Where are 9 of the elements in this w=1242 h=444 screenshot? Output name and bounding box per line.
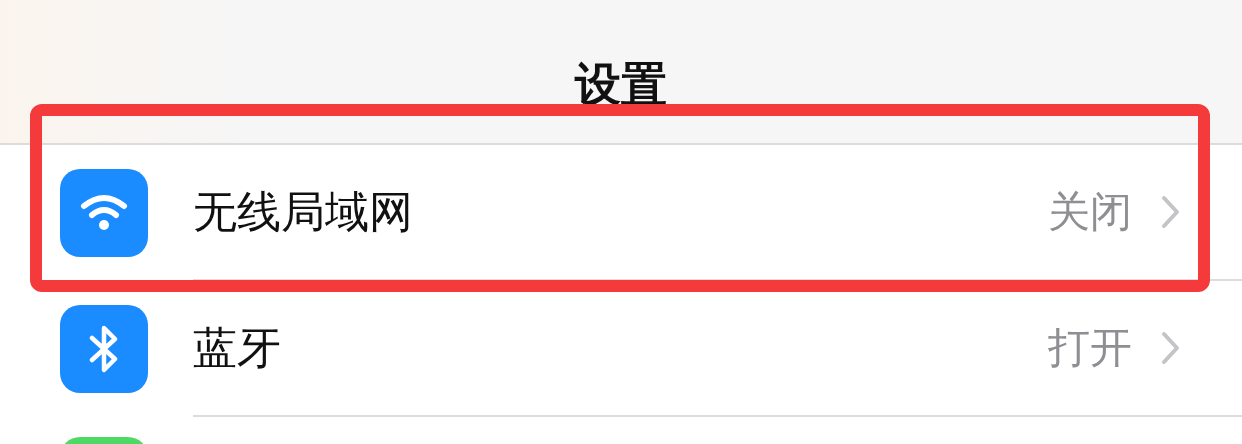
nav-title: 设置 [575, 61, 667, 107]
bluetooth-icon [89, 323, 119, 375]
setting-label[interactable]: 无线局域网 [193, 182, 1048, 242]
setting-value: 打开 [1048, 322, 1132, 374]
wifi-icon [79, 193, 129, 233]
setting-value: 关闭 [1048, 186, 1132, 238]
setting-label[interactable]: 蓝牙 [193, 318, 1048, 378]
chevron-icon [1160, 331, 1180, 365]
chevron-icon [1160, 195, 1180, 229]
